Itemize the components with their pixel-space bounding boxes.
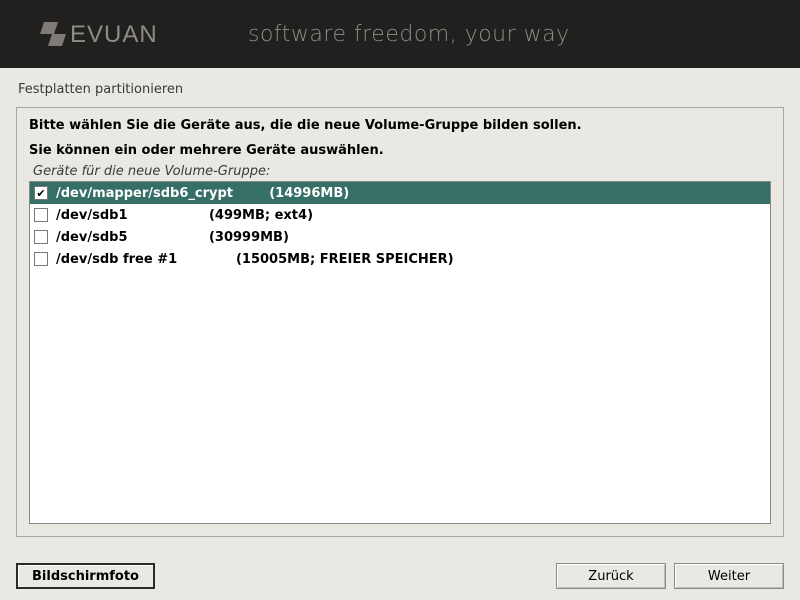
main-panel: Bitte wählen Sie die Geräte aus, die die… [16,107,784,537]
continue-button[interactable]: Weiter [674,563,784,589]
device-row[interactable]: ✔ /dev/mapper/sdb6_crypt (14996MB) [30,182,770,204]
devuan-logo: EVUAN [40,16,210,52]
device-list[interactable]: ✔ /dev/mapper/sdb6_crypt (14996MB) /dev/sd… [29,181,771,524]
footer-bar: Bildschirmfoto Zurück Weiter [0,552,800,600]
device-label: /dev/mapper/sdb6_crypt (14996MB) [56,186,349,201]
device-row[interactable]: /dev/sdb5 (30999MB) [30,226,770,248]
header-bar: EVUAN software freedom, your way [0,0,800,68]
back-button[interactable]: Zurück [556,563,666,589]
checkbox-icon[interactable]: ✔ [34,186,48,200]
device-row[interactable]: /dev/sdb free #1 (15005MB; FREIER SPEICH… [30,248,770,270]
device-label: /dev/sdb5 (30999MB) [56,230,289,245]
checkbox-icon[interactable] [34,252,48,266]
screenshot-button[interactable]: Bildschirmfoto [16,563,155,589]
device-row[interactable]: /dev/sdb1 (499MB; ext4) [30,204,770,226]
checkbox-icon[interactable] [34,230,48,244]
instruction-text: Bitte wählen Sie die Geräte aus, die die… [29,118,771,133]
subinstruction-text: Sie können ein oder mehrere Geräte auswä… [29,143,771,158]
device-label: /dev/sdb1 (499MB; ext4) [56,208,313,223]
header-tagline: software freedom, your way [248,22,570,47]
svg-text:EVUAN: EVUAN [70,21,158,48]
device-label: /dev/sdb free #1 (15005MB; FREIER SPEICH… [56,252,454,267]
device-list-label: Geräte für die neue Volume-Gruppe: [33,164,771,179]
checkbox-icon[interactable] [34,208,48,222]
page-title: Festplatten partitionieren [0,68,800,107]
